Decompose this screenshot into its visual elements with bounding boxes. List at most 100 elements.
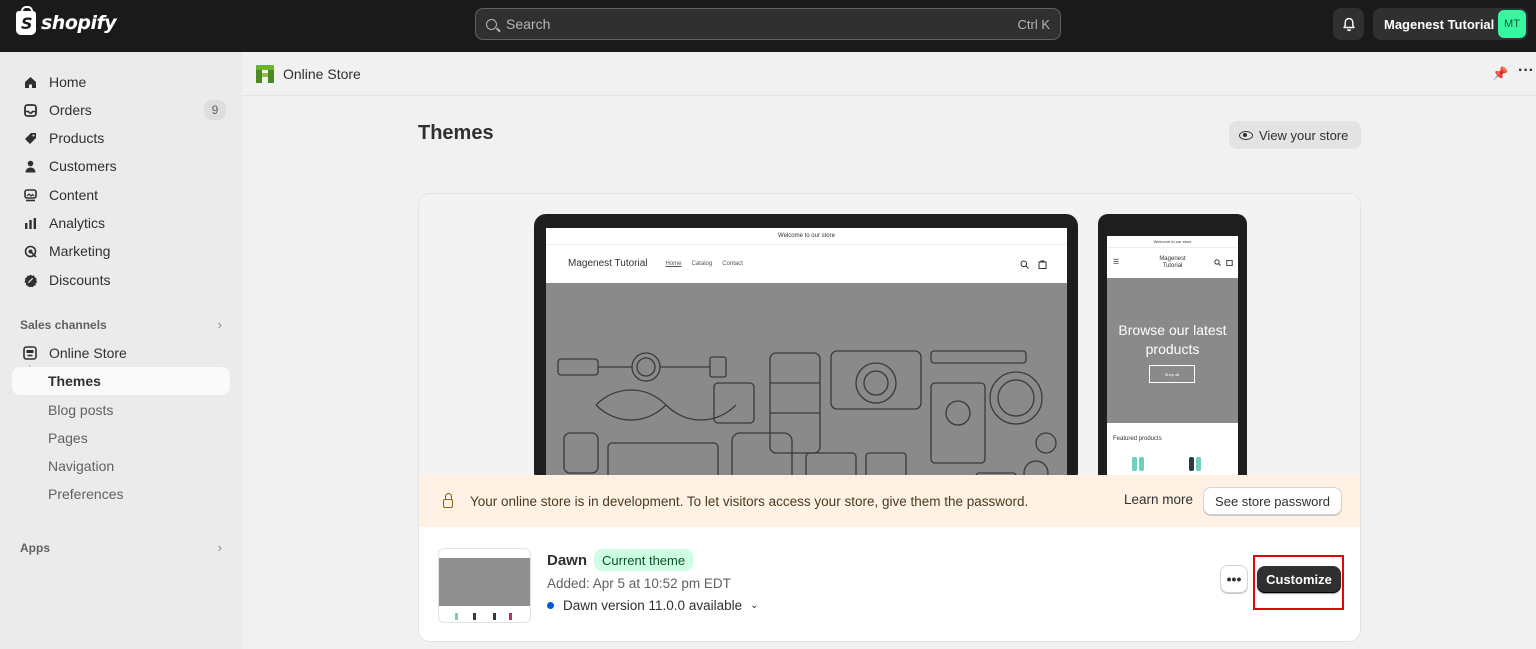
sidebar-item-preferences[interactable]: Preferences [12,480,230,508]
sidebar-item-blog-posts[interactable]: Blog posts [12,396,230,424]
mobile-cart-icon [1226,260,1233,266]
theme-card: Welcome to our store Magenest Tutorial H… [418,193,1361,642]
page-title: Themes [418,122,494,144]
sidebar-item-navigation[interactable]: Navigation [12,452,230,480]
search-placeholder: Search [506,16,551,32]
preview-hero-image [546,283,1067,475]
sidebar-item-label: Blog posts [48,402,114,418]
content-icon [22,187,38,203]
top-bar: S shopify Search Ctrl K Magenest Tutoria… [0,0,1536,52]
page-header: Online Store 📌 ··· [242,52,1536,96]
mobile-preview: Welcome to our store ☰ Magenest Tutorial… [1098,214,1247,475]
theme-version-dropdown[interactable]: Dawn version 11.0.0 available ⌄ [547,598,759,613]
preview-nav-contact: Contact [722,260,743,267]
shopify-logo[interactable]: S shopify [16,6,117,35]
sidebar-item-pages[interactable]: Pages [12,424,230,452]
sidebar-item-label: Products [49,130,105,146]
status-badge: Current theme [594,549,694,571]
product-illustration [557,350,1057,475]
sales-channels-heading[interactable]: Sales channels [20,318,107,332]
sidebar-item-label: Online Store [49,345,127,361]
update-dot-icon [547,602,554,609]
mobile-search-icon [1214,259,1221,266]
sidebar-item-home[interactable]: Home [12,68,230,96]
orders-icon [22,102,38,118]
person-icon [22,158,38,174]
sidebar-item-label: Themes [48,373,101,389]
search-icon [486,18,497,30]
desktop-preview: Welcome to our store Magenest Tutorial H… [534,214,1078,475]
see-store-password-button[interactable]: See store password [1203,487,1342,515]
desktop-screen: Welcome to our store Magenest Tutorial H… [546,228,1067,475]
avatar: MT [1498,10,1526,38]
account-name: Magenest Tutorial [1384,16,1495,32]
sidebar-item-label: Analytics [49,215,106,231]
sidebar-item-label: Home [49,74,87,90]
sidebar-item-marketing[interactable]: Marketing [12,237,230,265]
theme-thumbnail[interactable] [438,548,531,623]
sidebar-item-themes[interactable]: Themes [12,367,230,395]
home-icon [22,74,38,90]
preview-search-icon [1020,260,1029,269]
sidebar-item-orders[interactable]: Orders 9 [12,96,230,124]
lock-icon [443,492,453,508]
sidebar-item-discounts[interactable]: Discounts [12,266,230,294]
mobile-featured-heading: Featured products [1113,436,1162,442]
learn-more-link[interactable]: Learn more [1124,492,1193,507]
preview-nav-home: Home [665,260,682,267]
sidebar: Home Orders 9 Products Customers Content… [0,52,242,649]
sidebar-item-customers[interactable]: Customers [12,152,230,180]
store-icon [22,345,38,361]
sidebar-item-label: Orders [49,102,92,118]
mobile-hero-heading: Browse our latest products [1118,322,1227,357]
mobile-menu-icon: ☰ [1113,259,1120,266]
sidebar-item-label: Navigation [48,458,115,474]
mobile-product-thumbnails [1132,457,1201,471]
theme-version-label: Dawn version 11.0.0 available [563,598,743,613]
brand-name: shopify [41,12,117,34]
sidebar-item-products[interactable]: Products [12,124,230,152]
notifications-button[interactable] [1333,8,1364,40]
eye-icon [1239,130,1253,140]
sidebar-item-label: Customers [49,158,117,174]
announcement-bar: Welcome to our store [546,228,1067,245]
sidebar-item-label: Content [49,187,99,203]
orders-count-badge: 9 [204,100,226,120]
sidebar-item-online-store[interactable]: Online Store [12,339,230,367]
pin-icon[interactable]: 📌 [1492,66,1508,82]
sidebar-item-label: Pages [48,430,88,446]
sidebar-item-label: Preferences [48,486,124,502]
shopify-bag-icon: S [16,6,36,35]
theme-name: Dawn [547,552,588,569]
sidebar-item-label: Discounts [49,272,111,288]
preview-store-name: Magenest Tutorial [568,258,648,269]
more-actions-icon[interactable]: ··· [1518,62,1534,80]
preview-header: Magenest Tutorial Home Catalog Contact [546,245,1067,282]
sidebar-item-label: Marketing [49,243,111,259]
mobile-shop-all-button: Shop all [1149,365,1195,383]
chevron-right-icon[interactable]: › [218,540,222,555]
theme-added-date: Added: Apr 5 at 10:52 pm EDT [547,576,731,591]
tag-icon [22,130,38,146]
account-menu[interactable]: Magenest Tutorial MT [1373,8,1528,40]
mobile-header: ☰ Magenest Tutorial [1107,248,1238,278]
theme-actions-button[interactable]: ••• [1220,565,1248,593]
discount-icon [22,272,38,288]
mobile-hero: Browse our latest products Shop all [1107,278,1238,423]
theme-preview[interactable]: Welcome to our store Magenest Tutorial H… [419,194,1360,475]
mobile-screen: Welcome to our store ☰ Magenest Tutorial… [1107,236,1238,475]
online-store-icon [256,65,274,83]
preview-nav-catalog: Catalog [691,260,713,267]
chevron-right-icon[interactable]: › [218,317,222,332]
sidebar-item-content[interactable]: Content [12,181,230,209]
breadcrumb[interactable]: Online Store [283,66,361,82]
search-bar[interactable]: Search Ctrl K [475,8,1061,40]
chevron-down-icon: ⌄ [750,600,759,611]
apps-heading[interactable]: Apps [20,541,50,555]
analytics-icon [22,215,38,231]
alert-message: Your online store is in development. To … [470,493,1029,509]
view-store-label: View your store [1259,127,1349,143]
search-shortcut: Ctrl K [1017,16,1051,32]
view-store-button[interactable]: View your store [1229,121,1361,149]
sidebar-item-analytics[interactable]: Analytics [12,209,230,237]
